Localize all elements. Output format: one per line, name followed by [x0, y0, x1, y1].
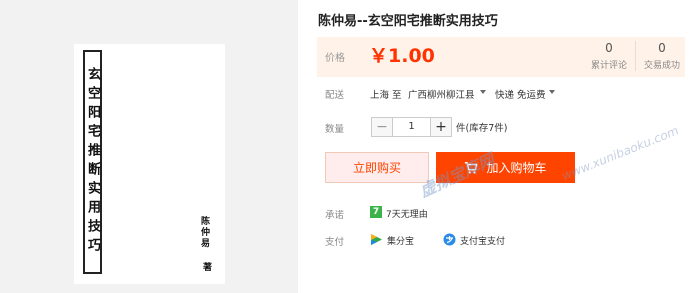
payment-method-jifenbao: 集分宝 [387, 237, 415, 247]
price-label: 价格 [325, 53, 345, 64]
book-cover-author: 陈仲易 [199, 216, 209, 249]
promise-label: 承诺 [325, 210, 345, 221]
quantity-input[interactable]: 1 [393, 117, 430, 137]
buy-now-button[interactable]: 立即购买 [325, 152, 429, 183]
stock-text: 件(库存7件) [456, 123, 508, 134]
reviews-label: 累计评论 [590, 61, 627, 71]
method-caret-icon[interactable] [549, 90, 555, 94]
book-cover-image[interactable]: 玄空阳宅推断实用技巧 陈仲易 著 [74, 44, 225, 284]
product-image-panel: 玄空阳宅推断实用技巧 陈仲易 著 [0, 0, 298, 293]
promise-text[interactable]: 7天无理由 [386, 207, 428, 220]
product-title: 陈仲易--玄空阳宅推断实用技巧 [318, 14, 498, 29]
payment-method-alipay: 支付宝支付 [460, 237, 506, 247]
add-to-cart-button[interactable]: 加入购物车 [436, 152, 575, 183]
watermark-en: www.xunibaoku.com [560, 123, 681, 183]
trades-count: 0 [658, 41, 666, 55]
reviews-stat[interactable]: 0 累计评论 [583, 41, 635, 71]
price-value: ￥1.00 [369, 45, 435, 67]
quantity-minus-button[interactable]: − [371, 117, 393, 137]
book-cover-title: 玄空阳宅推断实用技巧 [85, 67, 100, 257]
reviews-count: 0 [605, 41, 613, 55]
shipping-method[interactable]: 快递 免运费 [495, 87, 546, 101]
price-panel: 价格 ￥1.00 0 累计评论 0 交易成功 [317, 37, 685, 77]
add-to-cart-label: 加入购物车 [486, 161, 547, 175]
payment-label: 支付 [325, 237, 345, 248]
destination-caret-icon[interactable] [480, 90, 486, 94]
shipping-label: 配送 [325, 90, 345, 101]
shipping-from: 上海 至 [370, 90, 402, 101]
book-cover-suffix: 著 [201, 262, 211, 271]
seven-day-return-icon: 7 [370, 206, 382, 218]
shipping-destination[interactable]: 广西柳州柳江县 [408, 87, 475, 101]
cart-icon [465, 161, 478, 174]
book-cover-title-frame: 玄空阳宅推断实用技巧 [83, 50, 102, 274]
buy-now-label: 立即购买 [352, 161, 401, 175]
quantity-plus-button[interactable]: + [430, 117, 452, 137]
trades-stat: 0 交易成功 [635, 41, 688, 71]
trades-label: 交易成功 [643, 61, 680, 71]
jifenbao-icon [371, 234, 382, 245]
quantity-label: 数量 [325, 124, 345, 135]
alipay-icon [443, 233, 456, 246]
